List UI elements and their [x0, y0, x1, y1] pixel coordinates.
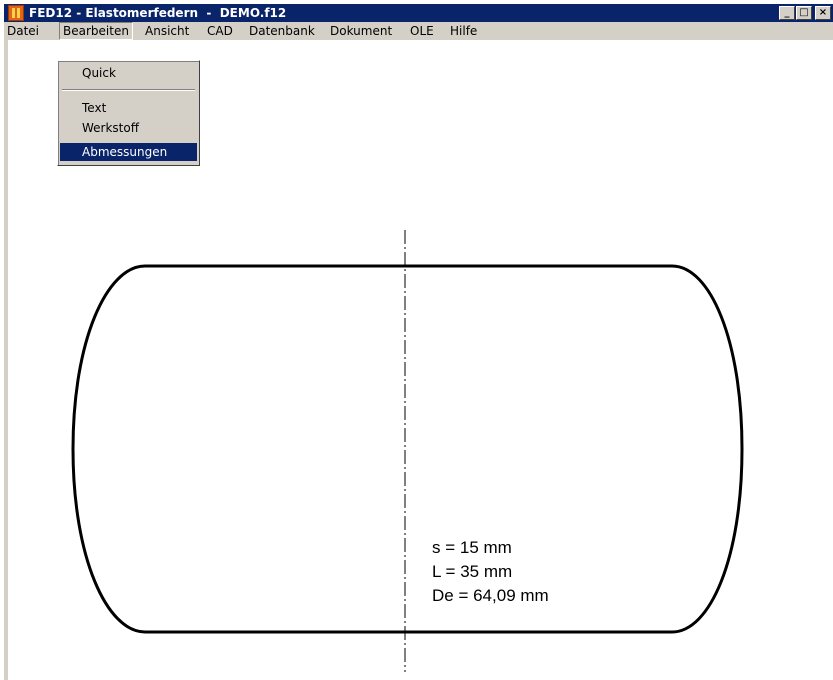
menu-item-quick[interactable]: Quick — [60, 64, 197, 82]
app-window: FED12 - Elastomerfedern - DEMO.f12 _ □ ×… — [0, 0, 833, 680]
menu-item-werkstoff-label: Werkstoff — [82, 121, 139, 135]
dimension-de: De = 64,09 mm — [432, 586, 549, 605]
menu-item-text-label: Text — [82, 101, 107, 115]
menu-item-abmessungen[interactable]: Abmessungen — [60, 143, 197, 161]
bearbeiten-dropdown-menu: Quick Text Werkstoff Abmessungen — [57, 60, 200, 166]
dimension-l: L = 35 mm — [432, 562, 513, 581]
menu-item-werkstoff[interactable]: Werkstoff — [60, 119, 197, 137]
menu-item-abmessungen-label: Abmessungen — [82, 145, 168, 159]
menu-item-text[interactable]: Text — [60, 99, 197, 117]
spring-outline — [71, 264, 744, 634]
dimension-s: s = 15 mm — [432, 538, 512, 557]
menu-item-quick-label: Quick — [82, 66, 116, 80]
menu-separator — [62, 89, 195, 91]
